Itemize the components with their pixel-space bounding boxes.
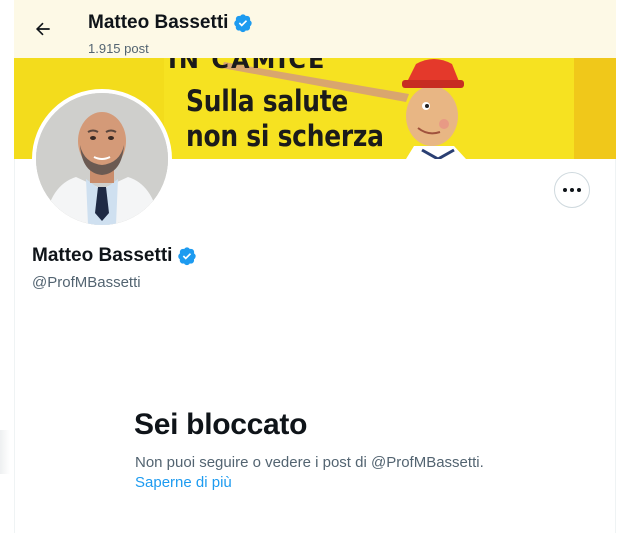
verified-badge-icon <box>234 14 253 33</box>
profile-header: Matteo Bassetti 1.915 post <box>14 0 616 58</box>
arrow-left-icon <box>35 22 50 36</box>
blocked-title: Sei bloccato <box>134 408 308 441</box>
more-horizontal-icon <box>563 188 581 192</box>
header-name: Matteo Bassetti <box>88 12 229 33</box>
page-edge-shadow <box>0 430 10 474</box>
banner-line-2: non si scherza <box>186 119 384 153</box>
header-post-count: 1.915 post <box>88 41 149 56</box>
blocked-message: Non puoi seguire o vedere i post di @Pro… <box>135 454 484 471</box>
banner-slogan: Sulla salute non si scherza <box>186 84 384 154</box>
banner-top-text: IN CAMICE <box>168 58 327 74</box>
back-button[interactable] <box>28 14 58 44</box>
profile-handle: @ProfMBassetti <box>32 274 141 291</box>
avatar-photo <box>36 93 168 225</box>
learn-more-link[interactable]: Saperne di più <box>135 474 232 491</box>
profile-display-name: Matteo Bassetti <box>32 245 197 267</box>
profile-avatar[interactable] <box>32 89 172 229</box>
verified-badge-icon[interactable] <box>177 246 197 266</box>
profile-name-text: Matteo Bassetti <box>32 245 173 266</box>
more-options-button[interactable] <box>554 172 590 208</box>
header-title: Matteo Bassetti <box>88 12 253 34</box>
banner-line-1: Sulla salute <box>186 84 349 118</box>
